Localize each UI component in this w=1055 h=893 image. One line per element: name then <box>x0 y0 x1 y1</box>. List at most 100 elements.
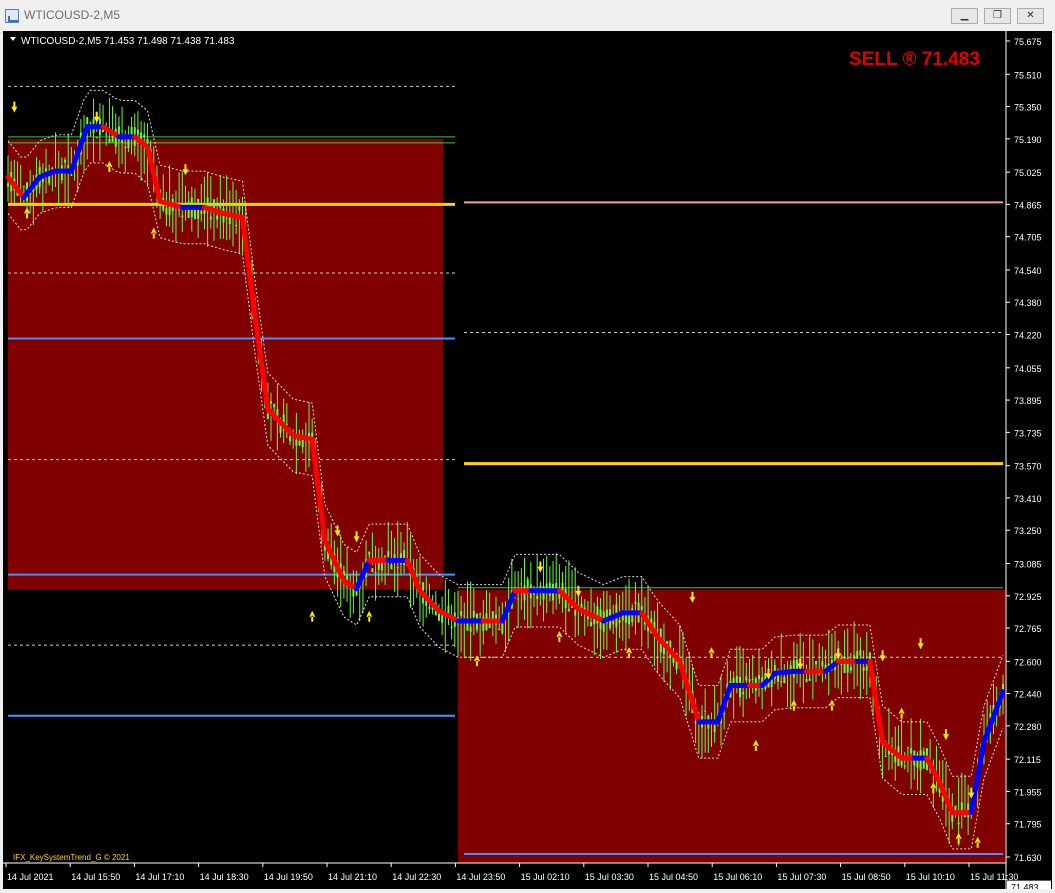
candle-body <box>70 174 73 176</box>
time-tick-label: 15 Jul 08:50 <box>842 872 891 882</box>
time-tick-label: 15 Jul 04:50 <box>649 872 698 882</box>
candle-body <box>618 620 621 623</box>
candle-body <box>859 649 862 656</box>
minimize-button[interactable]: ▁ <box>951 8 978 24</box>
price-tick-label: 73.410 <box>1014 494 1042 504</box>
time-tick-label: 14 Jul 19:50 <box>264 872 313 882</box>
time-tick-label: 15 Jul 02:10 <box>521 872 570 882</box>
close-button[interactable]: ✕ <box>1017 8 1044 24</box>
candle-body <box>805 679 808 683</box>
candle-body <box>165 207 168 215</box>
indicator-watermark: IFX_KeySystemTrend_G © 2021 <box>13 853 130 862</box>
candle-body <box>460 611 463 616</box>
day2-zone <box>458 589 1005 863</box>
candle-body <box>301 439 304 448</box>
price-tick-label: 72.600 <box>1014 657 1042 667</box>
candle-body <box>67 165 70 168</box>
candle-body <box>295 439 298 446</box>
candle-body <box>387 551 390 557</box>
candle-body <box>121 140 124 143</box>
price-tick-label: 75.190 <box>1014 135 1042 145</box>
price-tick-label: 73.085 <box>1014 559 1042 569</box>
candle-body <box>539 585 542 588</box>
candle-body <box>124 146 127 148</box>
price-tick-label: 74.055 <box>1014 364 1042 374</box>
price-tick-label: 73.895 <box>1014 396 1042 406</box>
candle-body <box>713 725 716 732</box>
candle-body <box>393 553 396 559</box>
candle-body <box>520 583 523 585</box>
candle-body <box>136 129 139 136</box>
window-title: WTICOUSD-2,M5 <box>24 8 120 22</box>
candle-body <box>181 215 184 218</box>
candle-body <box>95 136 98 139</box>
candle-body <box>289 436 292 442</box>
candle-body <box>612 621 615 625</box>
title-bar[interactable]: WTICOUSD-2,M5 ▁ ❐ ✕ <box>0 0 1055 33</box>
candle-body <box>225 218 228 220</box>
candle-body <box>216 215 219 220</box>
candle-body <box>200 211 203 214</box>
candle-body <box>374 571 377 573</box>
candle-body <box>751 678 754 680</box>
candle-body <box>792 660 795 678</box>
time-tick-label: 15 Jul 03:30 <box>585 872 634 882</box>
candle-body <box>212 199 215 209</box>
candle-body <box>209 216 212 220</box>
candle-body <box>368 551 371 555</box>
price-tick-label: 73.250 <box>1014 526 1042 536</box>
candle-body <box>517 598 520 600</box>
candle-body <box>906 747 909 749</box>
candle-body <box>567 608 570 612</box>
price-tick-label: 73.735 <box>1014 428 1042 438</box>
candle-body <box>910 748 913 754</box>
candle-body <box>815 660 818 665</box>
candle-body <box>758 675 761 680</box>
candle-body <box>536 595 539 600</box>
candle-body <box>903 765 906 767</box>
price-tick-label: 74.380 <box>1014 298 1042 308</box>
time-tick-label: 14 Jul 15:50 <box>71 872 120 882</box>
candle-body <box>574 610 577 616</box>
time-tick-label: 15 Jul 11:30 <box>970 872 1018 882</box>
time-tick-label: 14 Jul 17:10 <box>135 872 184 882</box>
candle-body <box>390 564 393 570</box>
price-tick-label: 72.765 <box>1014 624 1042 634</box>
chart-area[interactable]: 75.675 75.510 75.350 75.190 75.025 74.865 74.7… <box>3 31 1052 889</box>
time-tick-label: 15 Jul 07:30 <box>777 872 826 882</box>
price-tick-label: 71.955 <box>1014 787 1042 797</box>
price-tick-label: 75.025 <box>1014 168 1042 178</box>
candle-body <box>808 678 811 681</box>
terminal-window: WTICOUSD-2,M5 ▁ ❐ ✕ 75.675 75.510 75.350 75… <box>0 0 1055 893</box>
candle-body <box>64 159 67 163</box>
candle-body <box>821 661 824 667</box>
time-tick-label: 14 Jul 21:10 <box>328 872 377 882</box>
candle-body <box>228 217 231 224</box>
price-tick-label: 72.280 <box>1014 722 1042 732</box>
price-tick-label: 72.925 <box>1014 592 1042 602</box>
time-tick-label: 14 Jul 22:30 <box>392 872 441 882</box>
candle-body <box>298 440 301 446</box>
candle-body <box>146 138 149 144</box>
candle-body <box>270 401 273 404</box>
candle-body <box>498 628 501 631</box>
price-tick-label: 74.705 <box>1014 233 1042 243</box>
candle-body <box>862 667 865 671</box>
candle-body <box>51 167 54 169</box>
price-tick-label: 71.630 <box>1014 853 1042 863</box>
candle-body <box>723 713 726 715</box>
candle-body <box>428 607 431 609</box>
candle-body <box>479 613 482 615</box>
candle-body <box>472 610 475 618</box>
day1-zone <box>8 138 443 590</box>
candle-body <box>884 755 887 757</box>
price-chart[interactable]: 75.675 75.510 75.350 75.190 75.025 74.865 74.7… <box>3 31 1052 889</box>
candle-body <box>168 206 171 216</box>
price-tick-label: 73.570 <box>1014 462 1042 472</box>
candle-body <box>865 666 868 671</box>
candle-body <box>853 655 856 659</box>
maximize-button[interactable]: ❐ <box>984 8 1011 24</box>
candle-body <box>894 756 897 763</box>
candle-body <box>951 814 954 822</box>
candle-body <box>219 205 222 208</box>
